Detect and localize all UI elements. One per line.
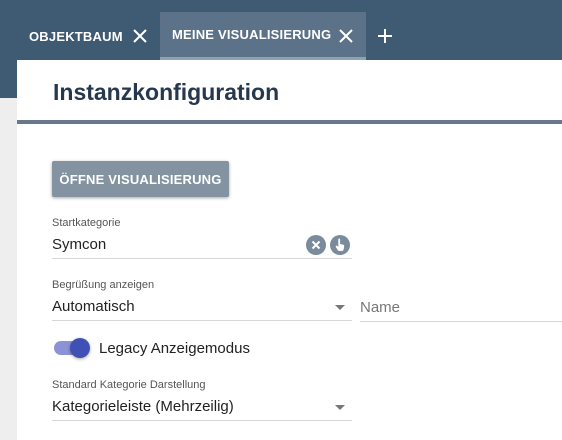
- tab-objektbaum[interactable]: OBJEKTBAUM: [17, 12, 160, 60]
- name-field[interactable]: [360, 293, 562, 322]
- greeting-underline: [52, 320, 352, 321]
- config-panel: Instanzkonfiguration ÖFFNE VISUALISIERUN…: [17, 60, 562, 440]
- start-category-value[interactable]: Symcon: [52, 236, 106, 253]
- hand-pointer-icon[interactable]: [330, 235, 350, 255]
- greeting-label: Begrüßung anzeigen: [52, 279, 155, 291]
- close-icon[interactable]: [131, 27, 149, 45]
- chevron-down-icon[interactable]: [335, 405, 345, 410]
- chevron-down-icon[interactable]: [335, 305, 345, 310]
- legacy-mode-label: Legacy Anzeigemodus: [99, 340, 250, 357]
- toggle-thumb: [70, 338, 90, 358]
- tab-label: MEINE VISUALISIERUNG: [172, 27, 332, 42]
- category-display-select[interactable]: Kategorieleiste (Mehrzeilig): [52, 398, 234, 415]
- category-display-label: Standard Kategorie Darstellung: [52, 379, 206, 391]
- tab-label: OBJEKTBAUM: [29, 28, 123, 44]
- close-icon[interactable]: [337, 27, 355, 45]
- open-visualization-button[interactable]: ÖFFNE VISUALISIERUNG: [52, 161, 229, 197]
- category-display-underline: [52, 420, 352, 421]
- start-category-label: Startkategorie: [52, 217, 121, 229]
- panel-header: Instanzkonfiguration: [17, 60, 562, 124]
- legacy-mode-toggle[interactable]: [52, 338, 92, 358]
- tab-meine-visualisierung[interactable]: MEINE VISUALISIERUNG: [160, 12, 366, 60]
- plus-icon[interactable]: [376, 27, 394, 45]
- clear-circle-icon[interactable]: [306, 235, 326, 255]
- greeting-select[interactable]: Automatisch: [52, 298, 135, 315]
- page-title: Instanzkonfiguration: [53, 79, 280, 105]
- start-category-underline: [52, 258, 352, 259]
